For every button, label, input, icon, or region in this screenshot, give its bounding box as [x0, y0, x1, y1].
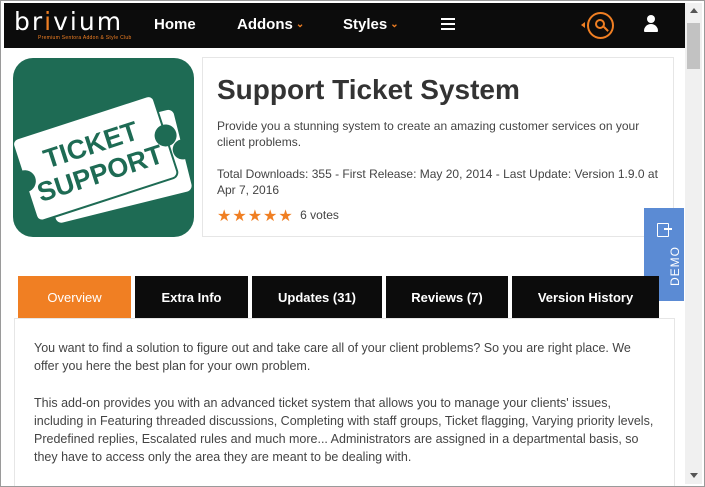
- nav-home[interactable]: Home: [154, 16, 196, 33]
- star-icon: ★: [263, 208, 278, 225]
- tab-version-history[interactable]: Version History: [512, 276, 659, 318]
- product-icon: TICKET SUPPORT: [13, 58, 194, 237]
- product-info-panel: Support Ticket System Provide you a stun…: [202, 57, 674, 237]
- demo-label: DEMO: [668, 246, 682, 286]
- tab-reviews[interactable]: Reviews (7): [386, 276, 508, 318]
- scroll-down-icon[interactable]: [690, 473, 698, 478]
- hamburger-icon[interactable]: [441, 18, 455, 30]
- tab-extra-info[interactable]: Extra Info: [135, 276, 248, 318]
- logo-wordmark: brivium: [14, 7, 124, 36]
- tab-updates[interactable]: Updates (31): [252, 276, 382, 318]
- chevron-down-icon: ⌄: [390, 19, 399, 30]
- product-meta: Total Downloads: 355 - First Release: Ma…: [217, 167, 658, 197]
- tab-content-overview: You want to find a solution to figure ou…: [14, 318, 675, 486]
- search-icon[interactable]: [587, 12, 614, 39]
- vertical-scrollbar[interactable]: [685, 3, 702, 484]
- search-arrow-icon: [581, 22, 585, 28]
- product-description: Provide you a stunning system to create …: [217, 119, 640, 149]
- star-icon: ★: [232, 208, 247, 225]
- nav-styles[interactable]: Styles ⌄: [343, 16, 399, 33]
- ticket-support-graphic: TICKET SUPPORT: [13, 95, 193, 223]
- demo-link-icon: [657, 223, 672, 237]
- star-icon: ★: [217, 208, 232, 225]
- tab-overview[interactable]: Overview: [18, 276, 131, 318]
- chevron-down-icon: ⌄: [295, 19, 305, 30]
- page-title: Support Ticket System: [217, 74, 520, 105]
- user-icon[interactable]: [643, 15, 659, 33]
- overview-paragraph-1: You want to find a solution to figure ou…: [34, 341, 631, 373]
- star-icon: ★: [278, 208, 293, 225]
- logo-tagline: Premium Sentora Addon & Style Club: [38, 35, 132, 41]
- overview-paragraph-2: This add-on provides you with an advance…: [34, 396, 654, 464]
- vote-count: 6 votes: [300, 208, 339, 222]
- browser-viewport: brivium Premium Sentora Addon & Style Cl…: [0, 0, 705, 487]
- star-icon: ★: [247, 208, 263, 225]
- scroll-up-icon[interactable]: [690, 8, 698, 13]
- top-navbar: brivium Premium Sentora Addon & Style Cl…: [4, 3, 685, 48]
- rating[interactable]: ★★★★★ 6 votes: [217, 206, 339, 226]
- scroll-thumb[interactable]: [687, 23, 700, 69]
- nav-addons[interactable]: Addons ⌄: [237, 16, 304, 33]
- site-logo[interactable]: brivium Premium Sentora Addon & Style Cl…: [14, 7, 132, 42]
